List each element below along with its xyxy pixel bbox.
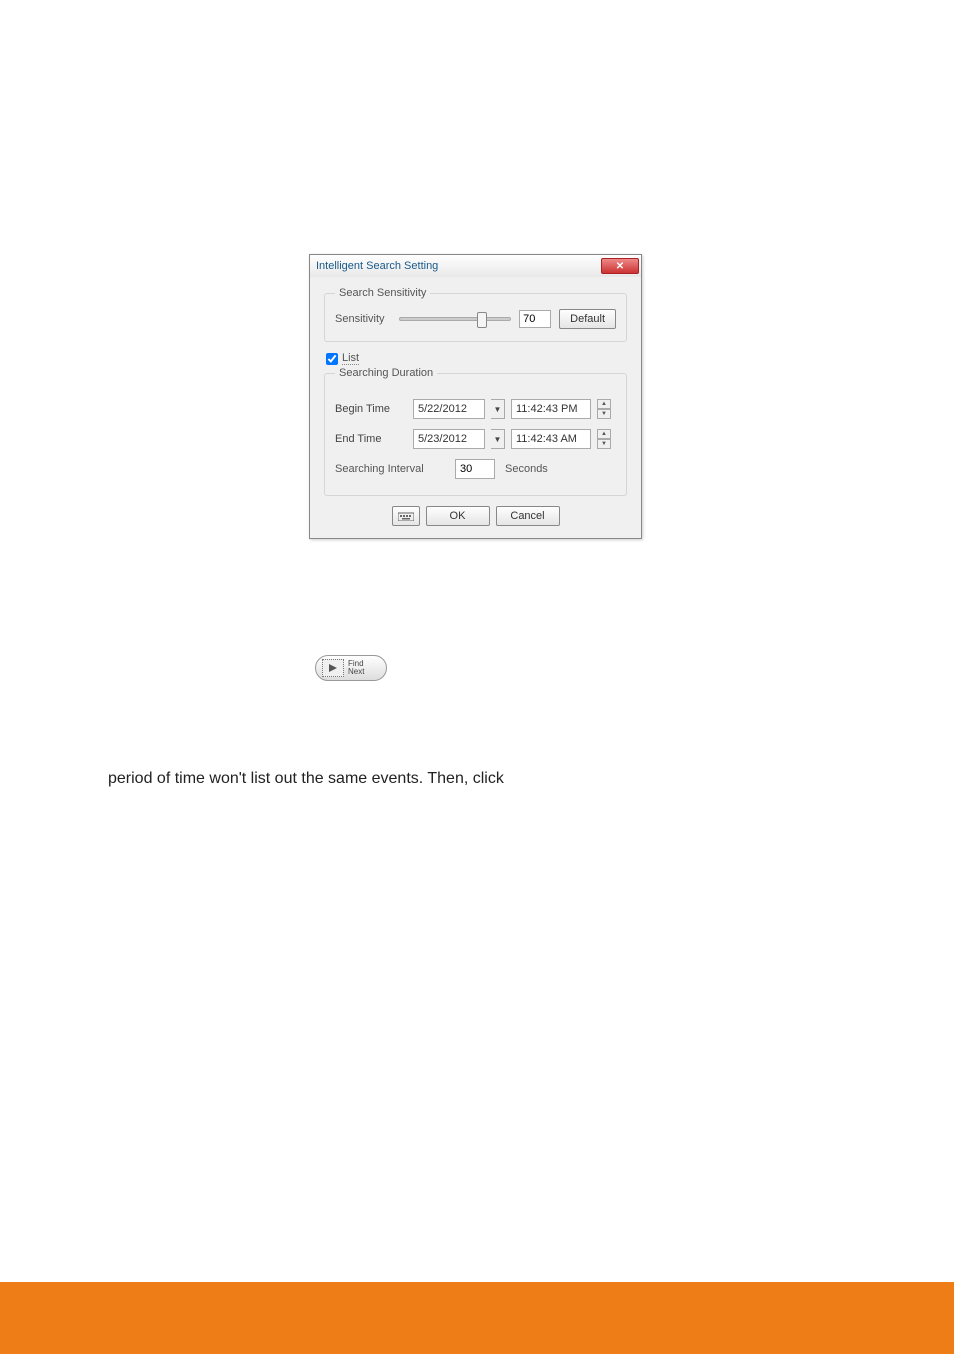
duration-legend: Searching Duration	[335, 367, 437, 379]
play-icon	[329, 664, 337, 672]
end-time-spinner: ▲ ▼	[597, 429, 611, 449]
list-checkbox-row: List	[326, 352, 627, 365]
list-checkbox-label[interactable]: List	[342, 352, 359, 365]
begin-time-label: Begin Time	[335, 403, 407, 415]
cancel-button[interactable]: Cancel	[496, 506, 560, 526]
sensitivity-group: Search Sensitivity Sensitivity Default	[324, 287, 627, 342]
sensitivity-value-input[interactable]	[519, 310, 551, 328]
keyboard-icon-button[interactable]	[392, 506, 420, 526]
end-time-label: End Time	[335, 433, 407, 445]
interval-unit: Seconds	[505, 463, 548, 475]
dialog-body: Search Sensitivity Sensitivity Default L…	[310, 277, 641, 538]
window-title: Intelligent Search Setting	[316, 260, 438, 272]
play-icon-box	[322, 659, 344, 677]
end-time-spin-up[interactable]: ▲	[597, 429, 611, 439]
end-date-dropdown-icon[interactable]: ▼	[491, 429, 505, 449]
find-next-text: Find Next	[348, 660, 364, 676]
begin-time-spin-down[interactable]: ▼	[597, 409, 611, 419]
duration-group: Searching Duration Begin Time ▼ ▲ ▼ End …	[324, 367, 627, 496]
interval-input[interactable]	[455, 459, 495, 479]
begin-date-input[interactable]	[413, 399, 485, 419]
find-next-line2: Next	[348, 668, 364, 676]
body-paragraph: period of time won't list out the same e…	[108, 770, 504, 788]
begin-date-dropdown-icon[interactable]: ▼	[491, 399, 505, 419]
close-button[interactable]: ✕	[601, 258, 639, 274]
interval-label: Searching Interval	[335, 463, 445, 475]
end-time-spin-down[interactable]: ▼	[597, 439, 611, 449]
end-date-input[interactable]	[413, 429, 485, 449]
sensitivity-label: Sensitivity	[335, 313, 391, 325]
begin-time-input[interactable]	[511, 399, 591, 419]
keyboard-icon	[398, 511, 414, 521]
end-time-input[interactable]	[511, 429, 591, 449]
begin-time-spin-up[interactable]: ▲	[597, 399, 611, 409]
default-button[interactable]: Default	[559, 309, 616, 329]
footer-bar	[0, 1282, 954, 1354]
ok-button[interactable]: OK	[426, 506, 490, 526]
find-next-button[interactable]: Find Next	[315, 655, 387, 681]
dialog-footer: OK Cancel	[324, 506, 627, 526]
intelligent-search-dialog: Intelligent Search Setting ✕ Search Sens…	[309, 254, 642, 539]
slider-thumb[interactable]	[477, 312, 487, 328]
sensitivity-legend: Search Sensitivity	[335, 287, 430, 299]
list-checkbox[interactable]	[326, 353, 338, 365]
begin-time-spinner: ▲ ▼	[597, 399, 611, 419]
titlebar[interactable]: Intelligent Search Setting ✕	[310, 255, 641, 277]
sensitivity-slider[interactable]	[399, 317, 511, 321]
